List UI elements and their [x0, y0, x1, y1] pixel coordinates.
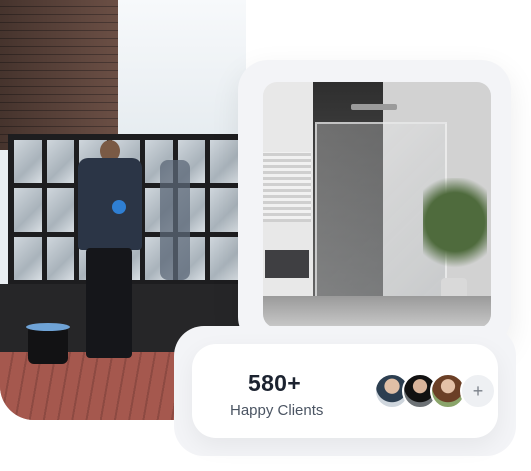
- sky-area: [110, 0, 246, 140]
- second-worker: [160, 160, 190, 280]
- bucket-icon: [26, 323, 70, 364]
- stats-card: 580+ Happy Clients +: [174, 326, 516, 456]
- company-logo-icon: [112, 200, 126, 214]
- shower-head-icon: [351, 104, 397, 110]
- vanity-unit: [265, 250, 309, 278]
- plus-icon[interactable]: +: [460, 373, 496, 409]
- brick-wall: [0, 0, 118, 150]
- worker-jacket: [78, 158, 142, 250]
- shower-image: [263, 82, 491, 328]
- clients-count: 580+: [248, 370, 302, 396]
- floor: [263, 296, 491, 328]
- plant-icon: [423, 178, 487, 288]
- wall-tiles: [263, 152, 311, 222]
- client-avatars: +: [374, 373, 496, 409]
- shower-card: [238, 60, 511, 347]
- worker-legs: [86, 248, 132, 358]
- stats-card-inner: 580+ Happy Clients +: [192, 344, 498, 438]
- clients-label: Happy Clients: [230, 402, 324, 419]
- worker: [72, 140, 146, 360]
